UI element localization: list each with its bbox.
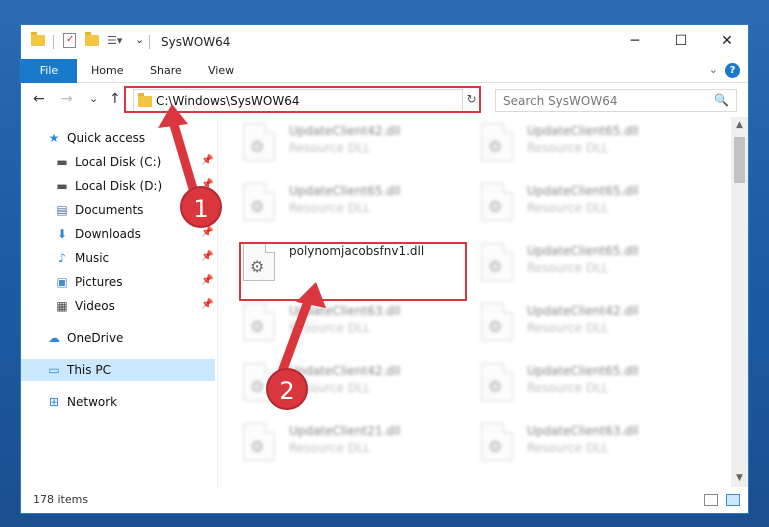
step-1-marker: 1 bbox=[180, 186, 222, 228]
arrow-2 bbox=[277, 291, 315, 377]
arrow-1-head bbox=[158, 104, 188, 128]
step-2-marker: 2 bbox=[266, 368, 308, 410]
arrow-2-head bbox=[296, 282, 326, 308]
arrow-1 bbox=[167, 113, 199, 197]
annotation-arrows bbox=[158, 104, 326, 377]
